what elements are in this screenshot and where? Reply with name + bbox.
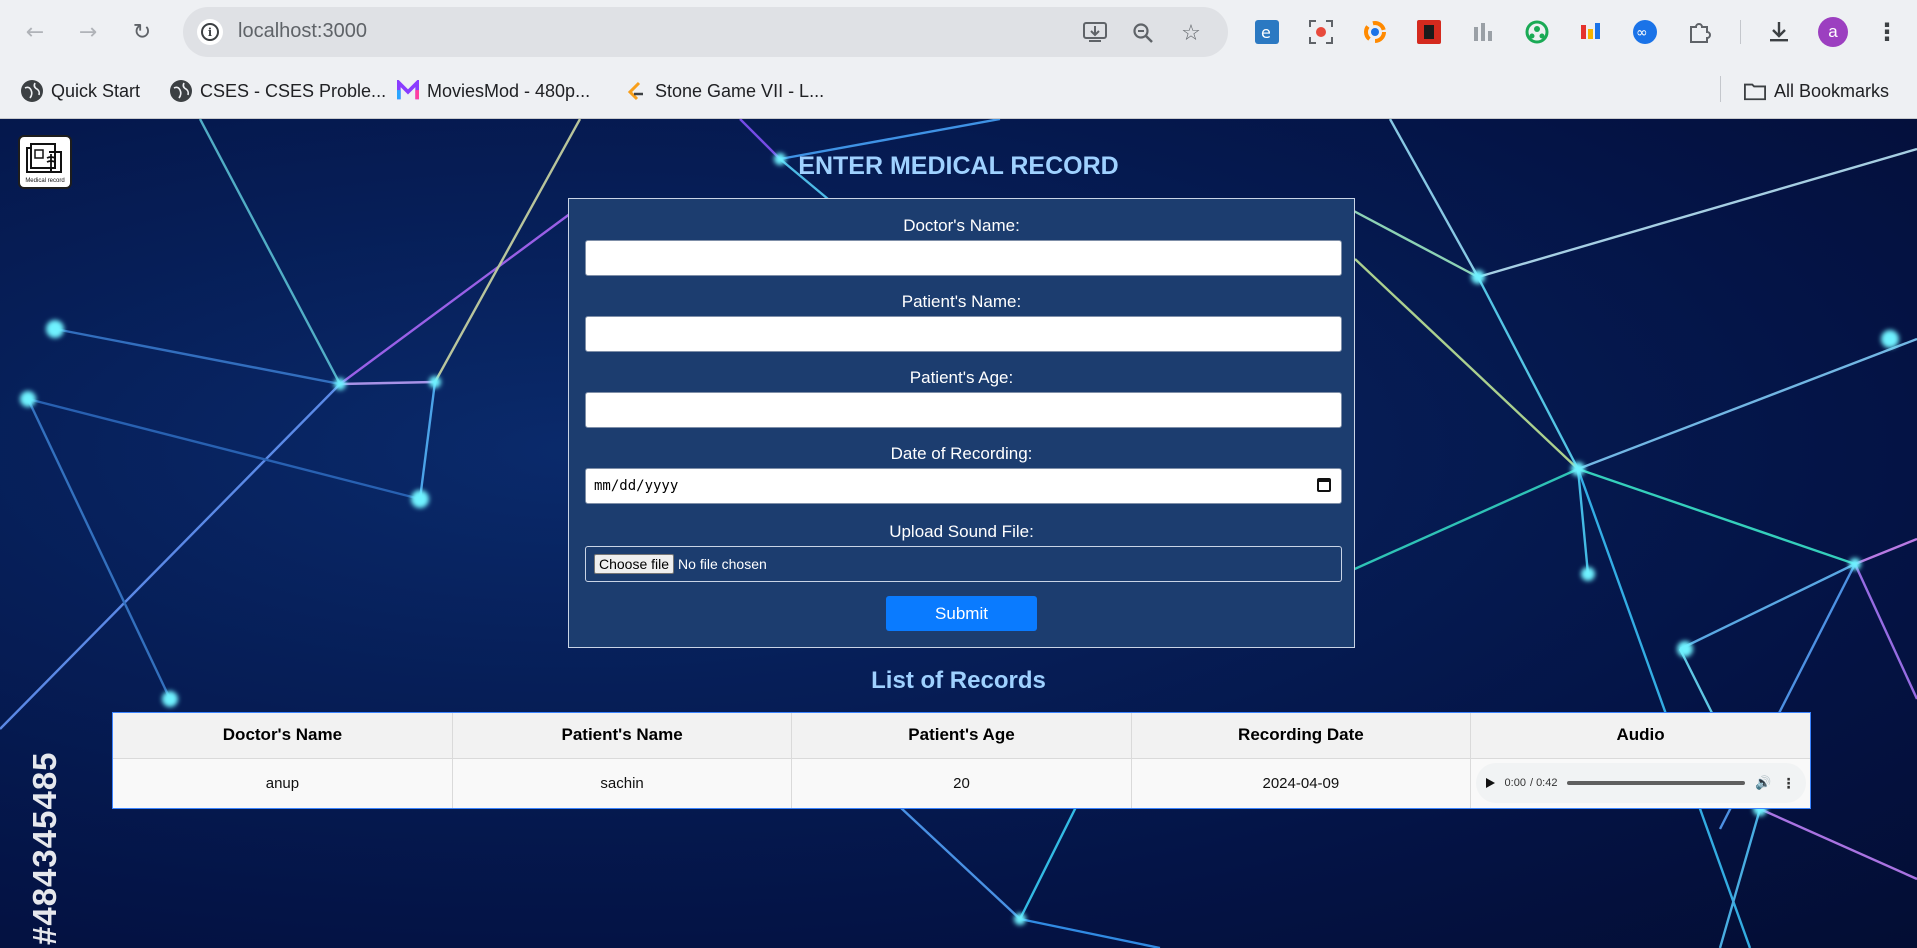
all-bookmarks-label: All Bookmarks bbox=[1774, 80, 1890, 101]
extension-users-icon[interactable] bbox=[1521, 16, 1553, 48]
leetcode-logo-icon bbox=[625, 80, 647, 102]
cell-patient: sachin bbox=[452, 758, 793, 808]
doctor-name-label: Doctor's Name: bbox=[903, 216, 1020, 235]
bookmark-label: CSES - CSES Proble... bbox=[200, 80, 387, 101]
toolbar-separator bbox=[1740, 20, 1741, 44]
extension-color-bars-icon[interactable] bbox=[1575, 16, 1607, 48]
forward-arrow-icon[interactable]: → bbox=[70, 14, 106, 50]
bookmark-cses[interactable]: CSES - CSES Proble... bbox=[170, 76, 386, 106]
date-of-recording-input[interactable]: mm/dd/yyyy bbox=[585, 468, 1342, 504]
moviesmod-logo-icon bbox=[397, 80, 419, 102]
extension-chart-icon[interactable] bbox=[1467, 16, 1499, 48]
bookmark-star-icon[interactable]: ☆ bbox=[1177, 19, 1205, 47]
browser-toolbar: ← → ↻ i localhost:3000 ☆ e ∞ a ⋮ bbox=[0, 0, 1917, 64]
file-status: No file chosen bbox=[678, 556, 767, 572]
site-info-icon[interactable]: i bbox=[197, 19, 223, 45]
doctor-name-input[interactable] bbox=[585, 240, 1342, 276]
column-header: Recording Date bbox=[1131, 713, 1472, 759]
audio-duration: / 0:42 bbox=[1529, 777, 1558, 790]
svg-text:∞: ∞ bbox=[1636, 25, 1648, 41]
column-header: Patient's Age bbox=[791, 713, 1132, 759]
extension-capture-icon[interactable] bbox=[1305, 16, 1337, 48]
cell-age: 20 bbox=[791, 758, 1132, 808]
browser-menu-icon[interactable]: ⋮ bbox=[1875, 16, 1899, 48]
column-header: Audio bbox=[1470, 713, 1810, 759]
folder-icon bbox=[1744, 80, 1766, 102]
audio-current-time: 0:00 bbox=[1504, 777, 1526, 790]
table-row: anup sachin 20 2024-04-09 0:00 / 0:42 🔊 … bbox=[113, 758, 1810, 808]
column-header: Patient's Name bbox=[452, 713, 793, 759]
extensions-puzzle-icon[interactable] bbox=[1683, 16, 1715, 48]
zoom-icon[interactable] bbox=[1129, 19, 1157, 47]
bookmark-label: Stone Game VII - L... bbox=[655, 80, 825, 101]
address-url[interactable]: localhost:3000 bbox=[238, 20, 367, 43]
volume-icon[interactable]: 🔊 bbox=[1755, 776, 1771, 791]
records-title: List of Records bbox=[871, 667, 1046, 694]
sound-file-input[interactable]: Choose file No file chosen bbox=[585, 546, 1342, 582]
reload-icon[interactable]: ↻ bbox=[124, 14, 160, 50]
play-icon[interactable] bbox=[1485, 778, 1495, 789]
audio-progress-bar[interactable] bbox=[1567, 781, 1746, 786]
patient-age-input[interactable] bbox=[585, 392, 1342, 428]
globe-icon bbox=[21, 80, 43, 102]
more-options-icon[interactable]: ⋮ bbox=[1782, 775, 1796, 792]
submit-button[interactable]: Submit bbox=[886, 596, 1037, 631]
browser-chrome: ← → ↻ i localhost:3000 ☆ e ∞ a ⋮ Quick S… bbox=[0, 0, 1917, 119]
svg-text:e: e bbox=[1261, 23, 1271, 42]
download-icon[interactable] bbox=[1763, 16, 1795, 48]
patient-name-label: Patient's Name: bbox=[901, 292, 1022, 311]
date-of-recording-label: Date of Recording: bbox=[890, 444, 1033, 463]
records-table: Doctor's Name Patient's Name Patient's A… bbox=[112, 712, 1811, 809]
bookmark-label: MoviesMod - 480p... bbox=[427, 80, 591, 101]
medical-record-form: Doctor's Name: Patient's Name: Patient's… bbox=[568, 198, 1355, 648]
extension-loop-icon[interactable] bbox=[1359, 16, 1391, 48]
profile-avatar[interactable]: a bbox=[1818, 17, 1848, 47]
cell-date: 2024-04-09 bbox=[1131, 758, 1472, 808]
cell-audio: 0:00 / 0:42 🔊 ⋮ bbox=[1470, 758, 1810, 808]
all-bookmarks[interactable]: All Bookmarks bbox=[1744, 76, 1889, 106]
install-app-icon[interactable] bbox=[1081, 19, 1109, 47]
patient-age-label: Patient's Age: bbox=[909, 368, 1014, 387]
table-header-row: Doctor's Name Patient's Name Patient's A… bbox=[113, 713, 1810, 759]
bookmarks-separator bbox=[1720, 76, 1721, 102]
bookmark-moviesmod[interactable]: MoviesMod - 480p... bbox=[397, 76, 590, 106]
choose-file-button[interactable]: Choose file bbox=[594, 554, 675, 574]
date-placeholder: mm/dd/yyyy bbox=[594, 478, 679, 494]
upload-sound-label: Upload Sound File: bbox=[889, 522, 1034, 541]
extension-e-icon[interactable]: e bbox=[1251, 16, 1283, 48]
form-title: ENTER MEDICAL RECORD bbox=[798, 152, 1119, 180]
address-bar[interactable]: i localhost:3000 ☆ bbox=[183, 7, 1228, 57]
stock-watermark-id: #484345485 bbox=[26, 751, 63, 945]
bookmark-stone-game[interactable]: Stone Game VII - L... bbox=[625, 76, 824, 106]
page-viewport: Medical record #484345485 ENTER MEDICAL … bbox=[0, 119, 1917, 948]
bookmark-label: Quick Start bbox=[51, 80, 141, 101]
calendar-icon[interactable] bbox=[1317, 478, 1331, 492]
bookmark-quick-start[interactable]: Quick Start bbox=[21, 76, 140, 106]
back-arrow-icon[interactable]: ← bbox=[17, 14, 53, 50]
extension-pdf-icon[interactable] bbox=[1413, 16, 1445, 48]
audio-player[interactable]: 0:00 / 0:42 🔊 ⋮ bbox=[1475, 763, 1806, 804]
patient-name-input[interactable] bbox=[585, 316, 1342, 352]
cell-doctor: anup bbox=[113, 758, 453, 808]
bookmarks-bar: Quick Start CSES - CSES Proble... Movies… bbox=[0, 64, 1917, 118]
extension-infinity-icon[interactable]: ∞ bbox=[1629, 16, 1661, 48]
column-header: Doctor's Name bbox=[113, 713, 453, 759]
globe-icon bbox=[170, 80, 192, 102]
